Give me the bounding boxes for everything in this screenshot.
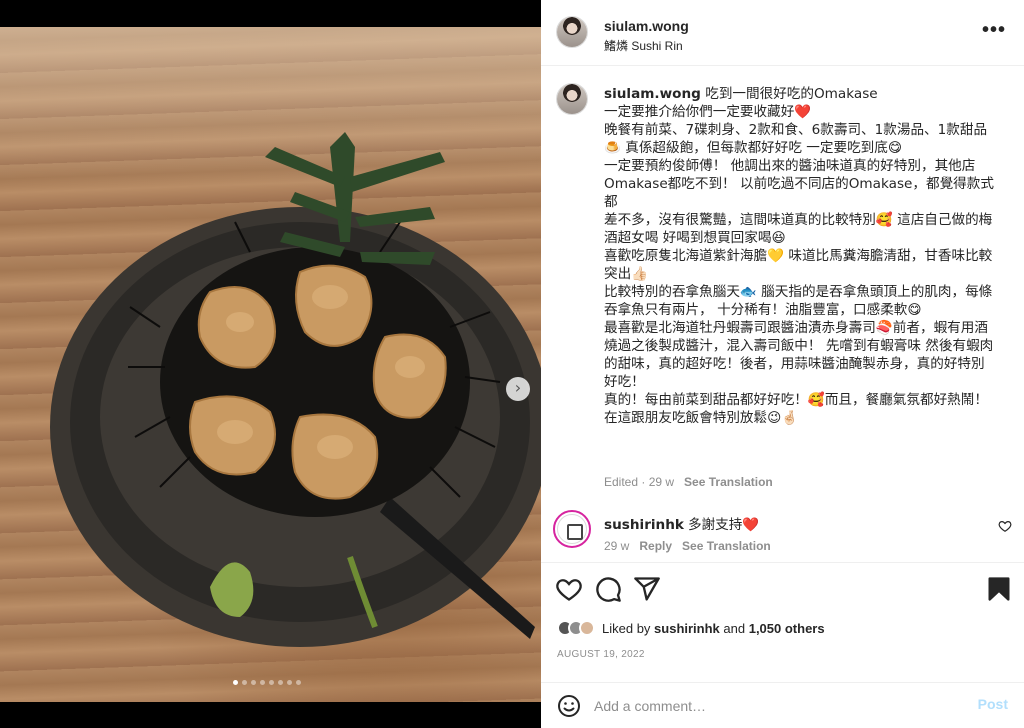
- post-date[interactable]: AUGUST 19, 2022: [557, 649, 645, 660]
- reply-author-avatar[interactable]: [553, 510, 591, 548]
- caption-line: 喜歡吃原隻北海道紫針海膽💛 味道比馬糞海膽清甜，甘香味比較: [604, 248, 993, 264]
- reply-comment: sushirinhk 多謝支持❤️: [604, 513, 759, 533]
- liker-avatar: [579, 620, 595, 636]
- caption-line: 最喜歡是北海道牡丹蝦壽司跟醬油漬赤身壽司🍣前者，蝦有用酒: [604, 320, 988, 336]
- carousel-dots: [233, 680, 301, 685]
- reply-meta: 29 w Reply See Translation: [604, 539, 771, 553]
- carousel-dot: [269, 680, 274, 685]
- caption-line: 真的！每由前菜到甜品都好好吃！🥰而且，餐廳氣氛都好熱鬧！: [604, 392, 988, 408]
- caption-line: Omakase都吃不到！ 以前吃過不同店的Omakase，都覺得款式都: [604, 176, 994, 210]
- emoji-icon[interactable]: [557, 694, 581, 718]
- caption-line: 一定要預約俊師傅！ 他調出來的醬油味道真的好特別，其他店: [604, 158, 976, 174]
- caption-line: 🍮 真係超級飽，但每款都好好吃 一定要吃到底😋: [604, 140, 903, 156]
- author-username[interactable]: siulam.wong: [604, 18, 689, 34]
- likes-summary: Liked by sushirinhk and 1,050 others: [557, 620, 825, 636]
- caption-line: 比較特別的吞拿魚腦天🐟 腦天指的是吞拿魚頭頂上的肌肉，每條: [604, 284, 993, 300]
- bookmark-icon[interactable]: [985, 575, 1013, 603]
- comments-section[interactable]: siulam.wong 吃到一間很好吃的Omakase 一定要推介給你們一定要收…: [541, 67, 1024, 561]
- caption-time: Edited · 29 w: [604, 475, 675, 489]
- caption-author-avatar[interactable]: [556, 83, 588, 115]
- carousel-dot-active: [233, 680, 238, 685]
- carousel-next-button[interactable]: ›: [506, 377, 530, 401]
- comment-like-icon[interactable]: [998, 519, 1012, 533]
- caption-first-line: siulam.wong 吃到一間很好吃的Omakase: [604, 86, 878, 102]
- caption-username[interactable]: siulam.wong: [604, 86, 701, 102]
- sea-urchin-dish-image: [50, 132, 541, 647]
- caption-see-translation[interactable]: See Translation: [684, 475, 773, 489]
- carousel-dot: [251, 680, 256, 685]
- share-icon[interactable]: [633, 575, 661, 603]
- likes-text[interactable]: Liked by sushirinhk and 1,050 others: [602, 621, 825, 636]
- add-comment-bar: Post: [541, 682, 1024, 728]
- post-actions: Liked by sushirinhk and 1,050 others AUG…: [541, 562, 1024, 682]
- caption-line: 好吃！: [604, 374, 645, 390]
- author-avatar[interactable]: [556, 16, 588, 48]
- caption-line: 的甜味，真的超好吃！後者，用蒜味醬油醃製赤身，真的好特別: [604, 356, 985, 372]
- post-header: siulam.wong 鰭燐 Sushi Rin •••: [541, 0, 1024, 66]
- caption-line: 差不多，沒有很驚豔，這間味道真的比較特別🥰 這店自己做的梅: [604, 212, 993, 228]
- carousel-dot: [242, 680, 247, 685]
- reply-time: 29 w: [604, 539, 630, 553]
- reply-button[interactable]: Reply: [639, 539, 672, 553]
- caption-meta: Edited · 29 w See Translation: [604, 475, 773, 489]
- reply-username[interactable]: sushirinhk: [604, 517, 684, 533]
- carousel-dot: [296, 680, 301, 685]
- caption-line: 在這跟朋友吃飯會特別放鬆😉🤞🏻: [604, 410, 799, 426]
- heart-icon[interactable]: [555, 575, 583, 603]
- caption-line: 一定要推介給你們一定要收藏好❤️: [604, 104, 812, 120]
- post-caption: siulam.wong 吃到一間很好吃的Omakase 一定要推介給你們一定要收…: [604, 85, 1004, 427]
- post-sidebar: siulam.wong 鰭燐 Sushi Rin ••• siulam.wong…: [541, 0, 1024, 728]
- caption-line: 吞拿魚只有兩片， 十分稀有！油脂豐富，口感柔軟😋: [604, 302, 922, 318]
- comment-input[interactable]: [594, 696, 954, 716]
- carousel-dot: [278, 680, 283, 685]
- carousel-dot: [260, 680, 265, 685]
- more-options-icon[interactable]: •••: [982, 19, 1006, 42]
- caption-line: 晚餐有前菜、7碟刺身、2款和食、6款壽司、1款湯品、1款甜品: [604, 122, 988, 138]
- likes-others[interactable]: 1,050 others: [749, 621, 825, 636]
- post-location[interactable]: 鰭燐 Sushi Rin: [604, 37, 683, 54]
- comment-icon[interactable]: [594, 575, 622, 603]
- caption-line: 突出👍🏻: [604, 266, 649, 282]
- post-photo[interactable]: ›: [0, 27, 541, 702]
- post-comment-button[interactable]: Post: [978, 696, 1008, 712]
- caption-line: 燒過之後製成醬汁，混入壽司飯中！ 先嚐到有蝦膏味 然後有蝦肉: [604, 338, 994, 354]
- carousel-dot: [287, 680, 292, 685]
- reply-text: 多謝支持❤️: [687, 517, 760, 533]
- likes-user[interactable]: sushirinhk: [654, 621, 720, 636]
- caption-line: 酒超女喝 好喝到想買回家喝😆: [604, 230, 786, 246]
- post-media: ›: [0, 0, 541, 728]
- reply-see-translation[interactable]: See Translation: [682, 539, 771, 553]
